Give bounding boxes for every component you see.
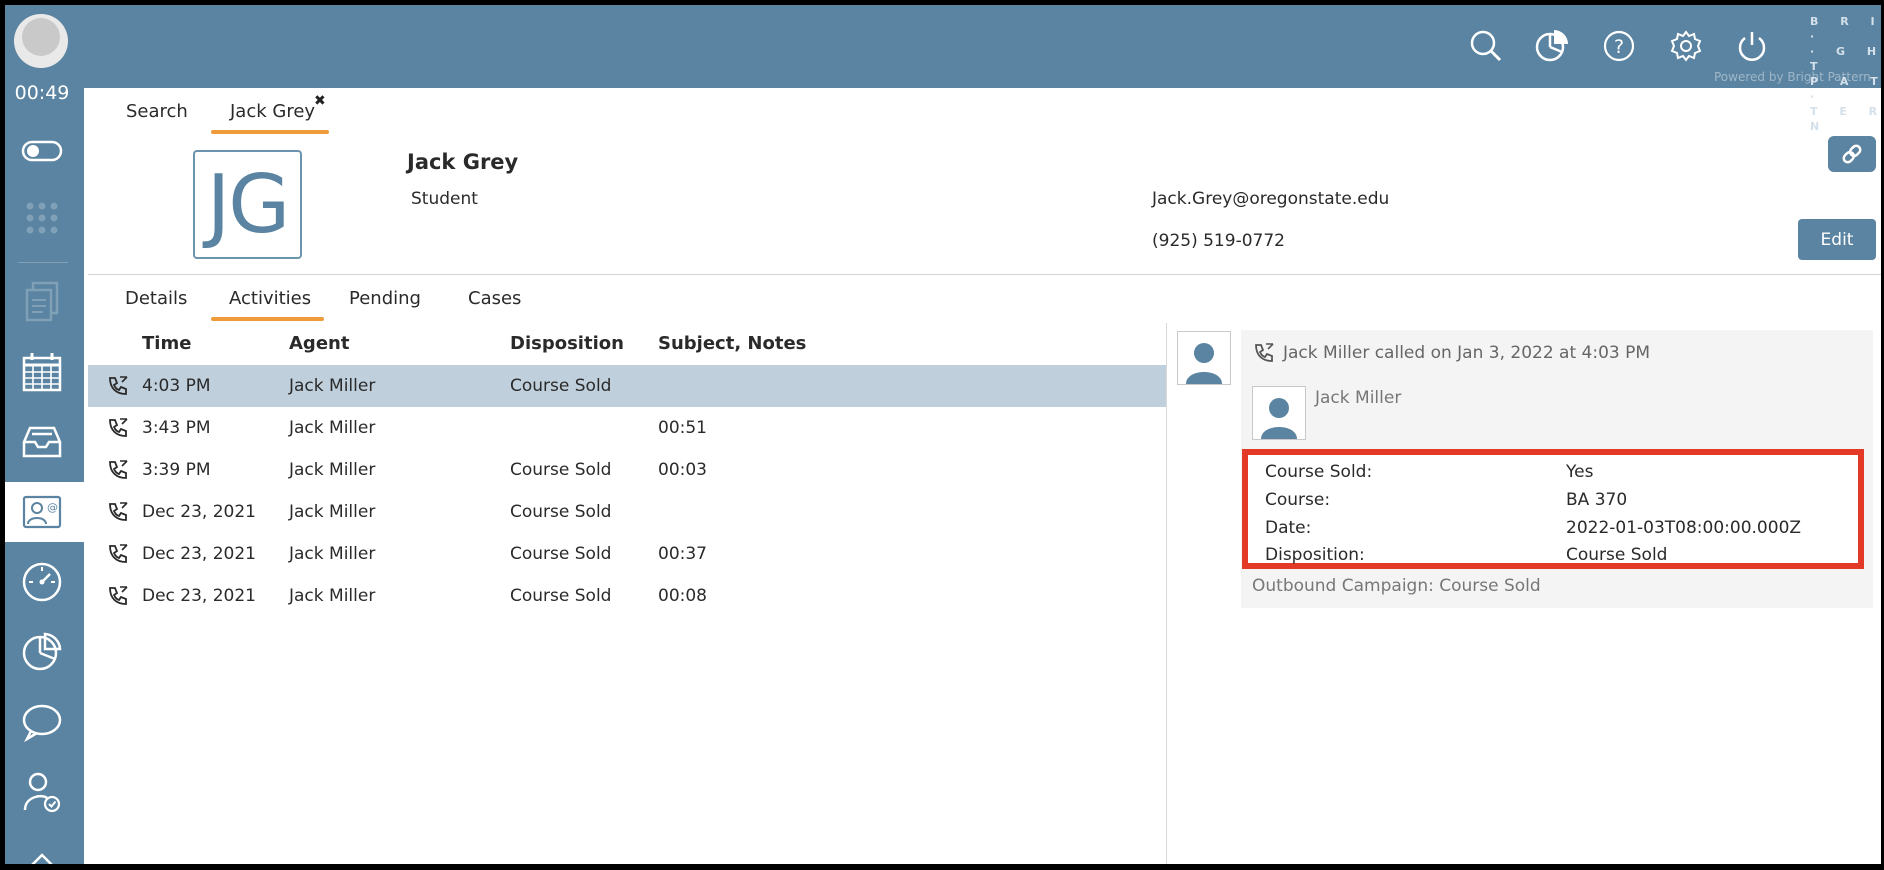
screenshot-frame: [0, 0, 1884, 870]
